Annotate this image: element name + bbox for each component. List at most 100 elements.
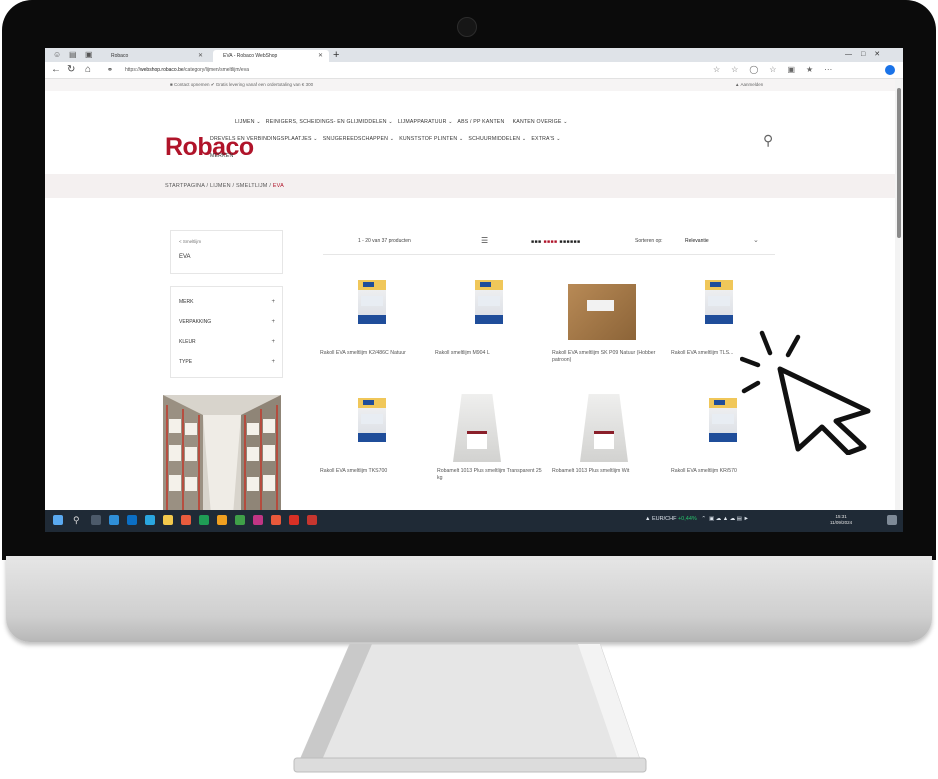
menu-item-drevels[interactable]: DREVELS EN VERBINDINGSPLAATJES [210,136,312,142]
scrollbar-thumb[interactable] [897,88,901,238]
product-name[interactable]: Robamelt 1013 Plus smeltlijm Transparent… [437,468,547,481]
adobe-app-icon[interactable] [307,515,317,525]
product-image [568,284,636,340]
notifications-icon[interactable] [887,515,897,525]
profile-icon[interactable]: ☺ [53,51,61,59]
task-view-icon[interactable] [91,515,101,525]
breadcrumb-lijmen[interactable]: LIJMEN [210,183,231,189]
excel-app-icon[interactable] [199,515,209,525]
app-icon[interactable] [235,515,245,525]
webcam [457,17,477,37]
product-card[interactable]: Rakoll EVA smeltlijm SK P09 Natuur (Hobb… [552,278,662,388]
menu-item-schuurmiddelen[interactable]: SCHUURMIDDELEN [468,136,520,142]
chrome-app-icon[interactable] [217,515,227,525]
tab-label: EVA - Robaco WebShop [223,53,278,59]
url-path: /category/lijmen/smeltlijm/eva [183,67,249,73]
product-name[interactable]: Rakoll smeltlijm M904 L [435,350,545,357]
plus-icon: + [271,299,275,305]
result-count: 1 - 20 van 37 producten [358,238,411,244]
monitor-chin [6,556,932,642]
filter-merk[interactable]: MERK + [179,297,275,307]
search-icon[interactable]: ⚲ [73,515,83,525]
firefox-app-icon[interactable] [271,515,281,525]
menu-item-kunststof-plinten[interactable]: KUNSTSTOF PLINTEN [399,136,457,142]
address-input[interactable]: https://webshop.robaco.be/category/lijme… [125,65,685,75]
close-icon[interactable]: ✕ [318,50,323,62]
product-card[interactable]: Robamelt 1013 Plus smeltlijm Wit [552,394,662,506]
filter-kleur[interactable]: KLEUR + [179,337,275,347]
window-controls[interactable]: —□✕ [845,50,889,58]
product-image [709,398,737,442]
product-name[interactable]: Rakoll EVA smeltlijm SK P09 Natuur (Hobb… [552,350,662,363]
app-icon[interactable] [253,515,263,525]
category-back-box: < Smeltlijm EVA [170,230,283,274]
system-clock[interactable]: 15:31 11/09/2024 [830,514,852,526]
windows-taskbar: ⚲ ▲ EUR/CHF +0,44% ⌃ ▣ ☁ ▲ ☁ ▤ ► 15:31 1… [45,510,903,532]
search-icon[interactable]: ⚲ [763,132,773,149]
product-card[interactable]: Rakoll EVA smeltlijm TKS700 [320,396,430,506]
file-explorer-icon[interactable] [163,515,173,525]
new-tab-button[interactable]: + [333,49,339,61]
menu-item-lijmen[interactable]: LIJMEN [235,119,255,125]
start-icon[interactable] [53,515,63,525]
workspaces-icon[interactable]: ▤ [69,51,77,59]
chevron-down-icon: ⌄ [256,119,261,125]
breadcrumb-smeltlijm[interactable]: SMELTLIJM [236,183,268,189]
filter-label: TYPE [179,359,193,365]
tab-robaco[interactable]: Robaco ✕ [101,50,209,62]
home-icon[interactable]: ⌂ [85,64,91,76]
plus-icon: + [271,359,275,365]
product-name[interactable]: Rakoll EVA smeltlijm KR/570 [671,468,781,475]
product-name[interactable]: Rakoll EVA smeltlijm TKS700 [320,468,430,475]
filter-label: VERPAKKING [179,319,212,325]
filter-panel: MERK + VERPAKKING + KLEUR + TYPE + [170,286,283,378]
refresh-icon[interactable]: ↻ [67,64,75,76]
menu-item-kanten-overige[interactable]: KANTEN OVERIGE [513,119,562,125]
menu-item-abs-pp-kanten[interactable]: ABS / PP KANTEN [457,119,504,125]
main-menu-row-1: LIJMEN ⌄ REINIGERS, SCHEIDINGS- EN GLIJM… [235,119,568,125]
product-image [705,280,733,324]
menu-item-lijmapparatuur[interactable]: LIJMAPPARATUUR [398,119,447,125]
contact-link[interactable]: ■ Contact opnemen ✔ Gratis levering vana… [170,79,313,91]
menu-item-snijgereedschappen[interactable]: SNIJGEREEDSCHAPPEN [323,136,388,142]
close-icon[interactable]: ✕ [198,50,203,62]
back-to-smeltlijm-link[interactable]: < Smeltlijm [179,239,201,244]
product-card[interactable]: Rakoll smeltlijm M904 L [435,278,545,388]
list-view-icon[interactable]: ☰ [481,236,488,245]
menu-item-merken[interactable]: MERKEN [210,153,233,159]
back-arrow-icon[interactable]: ← [51,64,61,76]
sort-select[interactable]: Relevantie [685,238,709,244]
filter-type[interactable]: TYPE + [179,357,275,367]
tab-eva-webshop[interactable]: EVA - Robaco WebShop ✕ [213,50,329,62]
warehouse-banner-image [163,395,281,515]
product-card[interactable]: Rakoll EVA smeltlijm K2/486C Natuur [320,278,430,388]
url-host: webshop.robaco.be [140,67,184,73]
edge-active-app-icon[interactable] [145,515,155,525]
browser-extension-icons[interactable]: ☆☆◯☆▣★⋯ [713,64,843,76]
browser-tab-bar: ☺ ▤ ▣ Robaco ✕ EVA - Robaco WebShop ✕ + … [45,48,903,62]
chevron-down-icon: ⌄ [389,136,395,142]
product-image [358,398,386,442]
product-name[interactable]: Robamelt 1013 Plus smeltlijm Wit [552,468,662,475]
chevron-down-icon: ⌄ [521,136,527,142]
filter-verpakking[interactable]: VERPAKKING + [179,317,275,327]
ticker-change: +0,44% [677,516,697,522]
breadcrumb-home[interactable]: STARTPAGINA [165,183,205,189]
product-name[interactable]: Rakoll EVA smeltlijm K2/486C Natuur [320,350,430,357]
copilot-icon[interactable] [885,65,895,75]
edge-app-icon[interactable] [109,515,119,525]
ticker-widget[interactable]: ▲ EUR/CHF +0,44% ⌃ ▣ ☁ ▲ ☁ ▤ ► [645,516,749,522]
product-image [580,394,628,462]
acrobat-app-icon[interactable] [289,515,299,525]
chevron-down-icon: ⌄ [563,119,568,125]
login-link[interactable]: ▲ Aanmelden [735,79,763,91]
product-card[interactable]: Robamelt 1013 Plus smeltlijm Transparent… [437,394,547,506]
menu-item-reinigers[interactable]: REINIGERS, SCHEIDINGS- EN GLIJMIDDELEN [266,119,387,125]
menu-item-extras[interactable]: EXTRA'S [531,136,554,142]
chevron-down-icon[interactable]: ⌄ [753,236,759,244]
tab-actions-icon[interactable]: ▣ [85,51,93,59]
grid-size-selector[interactable]: ■■■ ■■■■ ■■■■■■ [531,239,581,245]
app-icon[interactable] [181,515,191,525]
clock-date: 11/09/2024 [830,520,853,525]
outlook-app-icon[interactable] [127,515,137,525]
